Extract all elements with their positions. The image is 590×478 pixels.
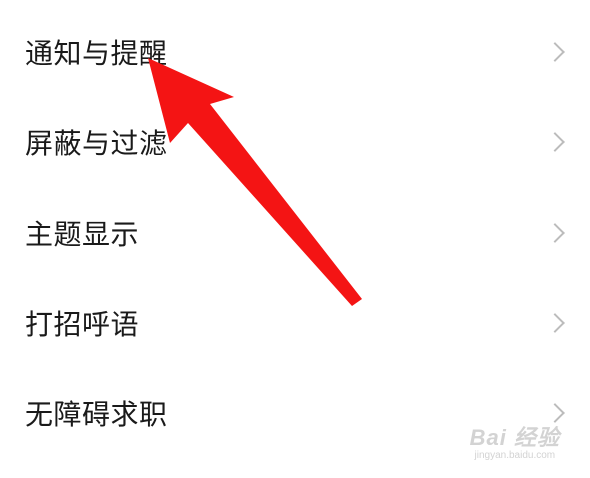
settings-item-block-filter[interactable]: 屏蔽与过滤: [0, 97, 590, 187]
settings-item-label: 通知与提醒: [25, 37, 168, 70]
settings-item-theme[interactable]: 主题显示: [0, 188, 590, 278]
settings-item-notifications[interactable]: 通知与提醒: [0, 7, 590, 97]
chevron-right-icon: [545, 223, 565, 243]
settings-item-accessibility[interactable]: 无障碍求职: [0, 368, 590, 458]
settings-item-label: 主题显示: [25, 218, 140, 251]
chevron-right-icon: [545, 42, 565, 62]
chevron-right-icon: [545, 132, 565, 152]
chevron-right-icon: [545, 403, 565, 423]
chevron-right-icon: [545, 313, 565, 333]
settings-screen: 通知与提醒 屏蔽与过滤 主题显示 打招呼语 无障碍求职 Bai 经验 jingy…: [0, 0, 590, 478]
settings-item-label: 无障碍求职: [25, 398, 168, 431]
settings-item-greeting[interactable]: 打招呼语: [0, 278, 590, 368]
settings-item-label: 打招呼语: [25, 308, 140, 341]
settings-item-label: 屏蔽与过滤: [25, 127, 168, 160]
